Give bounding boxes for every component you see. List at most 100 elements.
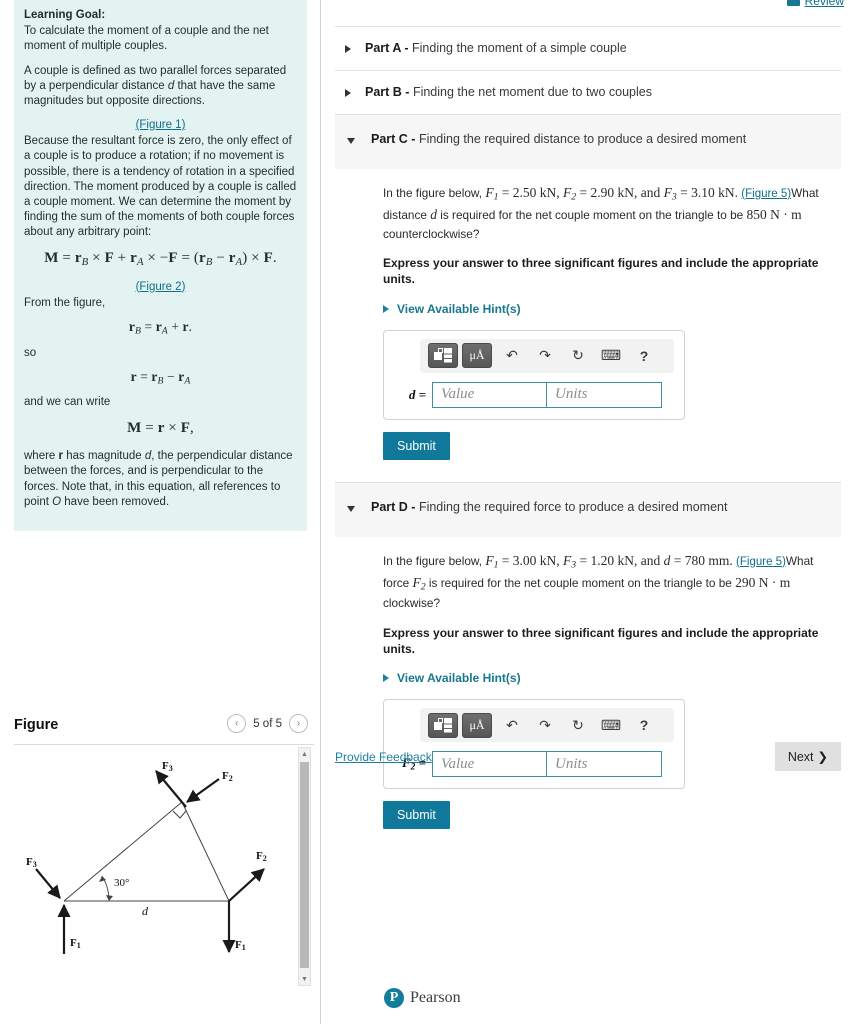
next-button[interactable]: Next ❯ [774,742,841,771]
figure-prev-button[interactable]: ‹ [227,714,247,733]
part-c-givens: F1 = 2.50 kN, F2 = 2.90 kN, and F3 = 3.1… [485,185,738,203]
help-icon[interactable]: ? [631,713,657,738]
so-label: so [24,346,37,359]
figure-next-button[interactable]: › [289,714,308,733]
part-d-question: In the figure below, F1 = 3.00 kN, F3 = … [383,552,814,611]
part-c-question: In the figure below, F1 = 2.50 kN, F2 = … [383,185,819,241]
figure1-link-wrap: (Figure 1) [24,118,297,133]
chevron-down-icon [347,505,355,512]
part-c-instruction: Express your answer to three significant… [383,256,819,287]
parts-list: Part A - Finding the moment of a simple … [335,26,841,830]
part-d-body: In the figure below, F1 = 3.00 kN, F3 = … [335,537,841,830]
undo-icon[interactable]: ↶ [499,343,525,368]
force-label-F2-right: F2 [256,850,267,863]
part-d-label: Part D - Finding the required force to p… [371,500,727,515]
chevron-right-icon [383,674,389,683]
keyboard-icon[interactable]: ⌨ [598,713,624,738]
part-c-variable-label: d = [408,386,426,402]
keyboard-icon[interactable]: ⌨ [598,343,624,368]
part-c-title: Finding the required distance to produce… [418,132,747,146]
distance-label: d [142,904,149,918]
scroll-down-icon[interactable]: ▼ [299,973,310,985]
part-c-value-input[interactable]: Value [432,381,547,408]
redo-icon[interactable]: ↷ [532,343,558,368]
part-c-hints-toggle[interactable]: View Available Hint(s) [383,302,829,316]
chevron-right-icon: ❯ [817,750,828,764]
left-column: Learning Goal: To calculate the moment o… [0,0,321,1024]
part-a-title: Finding the moment of a simple couple [412,41,627,55]
part-d-question-pre: In the figure below, [383,553,486,568]
figure-scrollbar[interactable]: ▲ ▼ [298,747,311,986]
part-d-prefix: Part D - [371,499,416,514]
part-c-figure5-link[interactable]: (Figure 5) [741,188,791,200]
figure1-link[interactable]: (Figure 1) [136,119,186,131]
part-d-math-toolbar: μÅ ↶ ↷ ↻ ⌨ ? [420,708,674,743]
force-label-F3-left: F3 [26,856,37,869]
page-root: Learning Goal: To calculate the moment o… [0,0,862,1024]
part-c-answer-row: d = Value Units [394,381,674,408]
part-header-a[interactable]: Part A - Finding the moment of a simple … [335,26,841,70]
couple-force-diagram: 30° d F1 F1 F3 F3 F2 F2 [26,760,267,954]
help-icon[interactable]: ? [631,343,657,368]
figure-frame: 30° d F1 F1 F3 F3 F2 F2 ▲ ▼ [14,744,314,988]
scroll-up-icon[interactable]: ▲ [299,748,310,760]
equation-m: M = r × F, [127,420,194,437]
chevron-down-icon [347,138,355,144]
force-label-F3-top: F3 [162,760,173,773]
template-icon[interactable] [428,343,458,369]
part-a-label: Part A - Finding the moment of a simple … [365,41,627,56]
review-link[interactable]: Review [786,0,844,8]
units-icon[interactable]: μÅ [462,343,492,369]
and-we-can-write-text: and we can write [24,396,111,409]
reset-icon[interactable]: ↻ [565,343,591,368]
chevron-right-icon [383,304,389,313]
part-d-figure5-link[interactable]: (Figure 5) [736,556,786,568]
part-d-submit-button[interactable]: Submit [383,801,450,830]
pearson-brand: P Pearson [384,988,461,1008]
part-c-submit-button[interactable]: Submit [383,431,450,460]
figure-counter: 5 of 5 [253,717,282,730]
couple-definition-paragraph: A couple is defined as two parallel forc… [24,64,287,107]
equation-r: r = rB − rA [130,368,191,387]
part-c-question-pre: In the figure below, [383,186,486,200]
review-label: Review [804,0,844,8]
part-c-prefix: Part C - [371,132,416,146]
provide-feedback-link[interactable]: Provide Feedback [335,750,432,764]
part-c-units-input[interactable]: Units [547,381,662,408]
units-button-label: μÅ [469,348,485,363]
reset-icon[interactable]: ↻ [565,713,591,738]
part-a-prefix: Part A - [365,41,409,55]
chevron-right-icon [345,89,351,97]
part-header-b[interactable]: Part B - Finding the net moment due to t… [335,70,841,114]
part-header-d[interactable]: Part D - Finding the required force to p… [335,481,841,537]
undo-icon[interactable]: ↶ [499,713,525,738]
part-d-title: Finding the required force to produce a … [418,499,728,514]
part-header-c[interactable]: Part C - Finding the required distance t… [335,114,841,169]
part-d-instruction: Express your answer to three significant… [383,625,819,657]
template-icon[interactable] [428,712,458,738]
angle-label: 30° [114,877,129,889]
learning-goal-text: To calculate the moment of a couple and … [24,25,269,53]
figure2-link[interactable]: (Figure 2) [136,281,186,293]
part-c-hints-label: View Available Hint(s) [397,301,521,316]
page-footer: Provide Feedback Next ❯ [335,742,841,771]
part-d-hints-label: View Available Hint(s) [397,671,521,686]
units-button-label: μÅ [469,717,485,732]
part-d-hints-toggle[interactable]: View Available Hint(s) [383,671,829,685]
figure-title: Figure [14,717,59,733]
scrollbar-thumb[interactable] [300,762,309,968]
pearson-logo-icon: P [384,988,404,1008]
force-label-F2-top: F2 [222,770,233,783]
part-b-title: Finding the net moment due to two couple… [412,85,652,99]
pearson-wordmark: Pearson [410,989,461,1006]
review-icon [786,0,800,6]
part-d-givens: F1 = 3.00 kN, F3 = 1.20 kN, and d = 780 … [485,552,733,571]
learning-goal-panel: Learning Goal: To calculate the moment o… [14,0,307,531]
units-icon[interactable]: μÅ [462,712,492,738]
force-label-F1-right: F1 [235,939,246,952]
equation-rb: rB = rA + r. [128,319,193,337]
chevron-right-icon [345,45,351,53]
redo-icon[interactable]: ↷ [532,713,558,738]
right-column: Review Part A - Finding the moment of a … [321,0,862,1024]
figure-pager: ‹ 5 of 5 › [227,714,308,733]
